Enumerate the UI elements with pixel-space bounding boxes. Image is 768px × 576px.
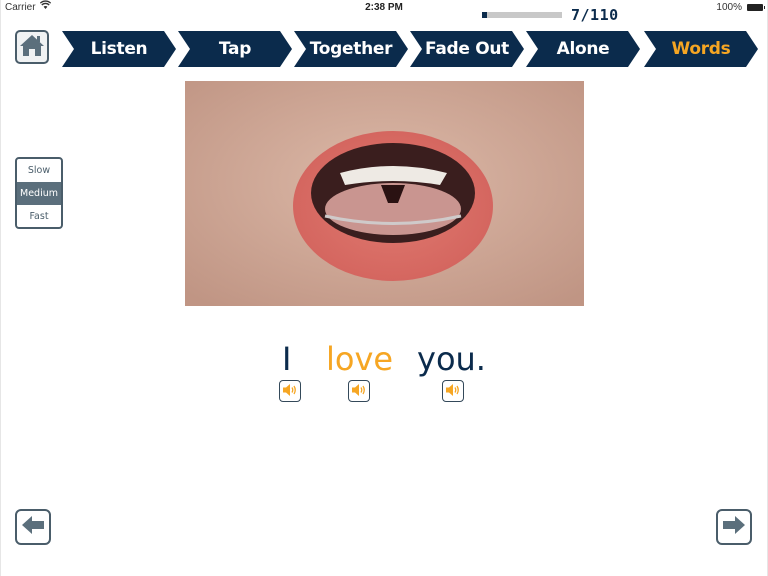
speed-selector: Slow Medium Fast (15, 157, 63, 229)
step-tab-label: Listen (90, 39, 148, 59)
lesson-progress-bar (482, 12, 562, 18)
battery-icon (747, 4, 765, 11)
step-tab-label: Tap (218, 39, 252, 59)
speaker-icon (445, 382, 461, 401)
previous-button[interactable] (15, 509, 51, 545)
mouth-video-frame (185, 81, 584, 306)
step-tab-label: Together (309, 39, 393, 59)
lesson-counter: 7/110 (571, 6, 619, 24)
speed-option-fast[interactable]: Fast (17, 205, 61, 227)
step-tab-words[interactable]: Words (644, 31, 758, 67)
step-tab-label: Fade Out (425, 39, 509, 59)
status-bar: Carrier 2:38 PM 100% (0, 0, 768, 16)
step-tab-listen[interactable]: Listen (62, 31, 176, 67)
speed-option-slow[interactable]: Slow (17, 159, 61, 182)
step-tab-label: Alone (556, 39, 610, 59)
step-tab-together[interactable]: Together (294, 31, 408, 67)
sentence-word[interactable]: you. (417, 340, 486, 378)
play-word-button[interactable] (279, 380, 301, 402)
arrow-right-icon (722, 515, 746, 539)
step-tab-tap[interactable]: Tap (178, 31, 292, 67)
play-word-button[interactable] (348, 380, 370, 402)
lesson-progress-fill (482, 12, 488, 18)
speed-option-medium[interactable]: Medium (17, 182, 61, 205)
step-tab-fade-out[interactable]: Fade Out (410, 31, 524, 67)
next-button[interactable] (716, 509, 752, 545)
screen-edge-left (0, 0, 1, 576)
status-time: 2:38 PM (365, 2, 403, 13)
play-word-button[interactable] (442, 380, 464, 402)
step-tab-alone[interactable]: Alone (526, 31, 640, 67)
mouth-video[interactable] (185, 81, 584, 306)
step-navigation: Listen Tap Together Fade Out Alone Words (0, 31, 768, 67)
step-tab-label: Words (671, 39, 731, 59)
battery-percent: 100% (716, 2, 742, 13)
speaker-icon (351, 382, 367, 401)
arrow-left-icon (21, 515, 45, 539)
speaker-icon (282, 382, 298, 401)
sentence-word[interactable]: I (282, 340, 291, 378)
sentence: Ilove you. (0, 340, 768, 380)
sentence-word[interactable]: love (326, 340, 393, 378)
